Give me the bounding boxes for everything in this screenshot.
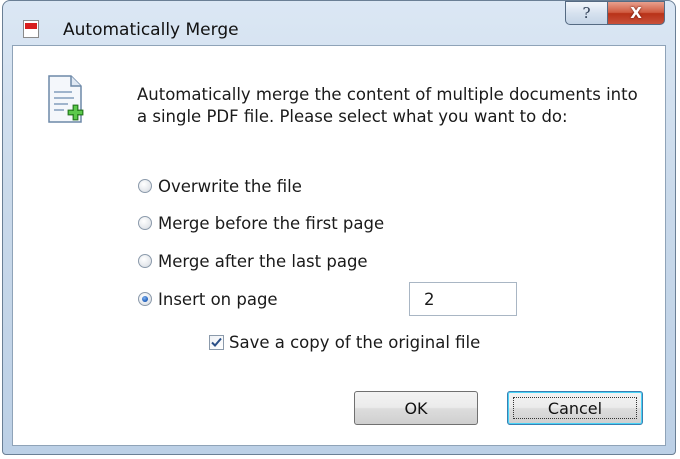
option-merge-before[interactable]: Merge before the first page bbox=[138, 212, 384, 234]
help-button[interactable]: ? bbox=[565, 1, 607, 25]
radio-merge-after[interactable] bbox=[138, 254, 152, 268]
dialog-window: Automatically Merge ? X Automatically me… bbox=[2, 0, 676, 455]
option-merge-after-label: Merge after the last page bbox=[158, 251, 368, 271]
close-button[interactable]: X bbox=[607, 1, 665, 25]
title-bar[interactable]: Automatically Merge ? X bbox=[3, 1, 675, 45]
save-copy-label: Save a copy of the original file bbox=[229, 332, 481, 352]
option-overwrite-label: Overwrite the file bbox=[158, 176, 302, 196]
option-overwrite[interactable]: Overwrite the file bbox=[138, 175, 302, 197]
cancel-button[interactable]: Cancel bbox=[507, 391, 643, 425]
option-insert-on-page-label: Insert on page bbox=[158, 289, 278, 309]
save-copy-option[interactable]: Save a copy of the original file bbox=[209, 331, 480, 353]
cancel-button-label: Cancel bbox=[547, 398, 603, 418]
window-title: Automatically Merge bbox=[63, 20, 239, 40]
description-text: Automatically merge the content of multi… bbox=[137, 85, 638, 126]
pdf-document-icon bbox=[23, 20, 39, 38]
dialog-content: Automatically merge the content of multi… bbox=[12, 45, 666, 446]
radio-insert-on-page[interactable] bbox=[138, 292, 152, 306]
ok-button-label: OK bbox=[404, 398, 428, 418]
document-add-icon bbox=[48, 75, 84, 123]
ok-button[interactable]: OK bbox=[354, 391, 478, 425]
radio-merge-before[interactable] bbox=[138, 216, 152, 230]
radio-overwrite[interactable] bbox=[138, 179, 152, 193]
option-insert-on-page[interactable]: Insert on page bbox=[138, 288, 278, 310]
checkmark-icon bbox=[211, 337, 222, 347]
option-merge-after[interactable]: Merge after the last page bbox=[138, 250, 368, 272]
page-number-input[interactable] bbox=[409, 282, 517, 316]
save-copy-checkbox[interactable] bbox=[209, 334, 224, 350]
title-buttons: ? X bbox=[565, 1, 665, 25]
option-merge-before-label: Merge before the first page bbox=[158, 213, 385, 233]
